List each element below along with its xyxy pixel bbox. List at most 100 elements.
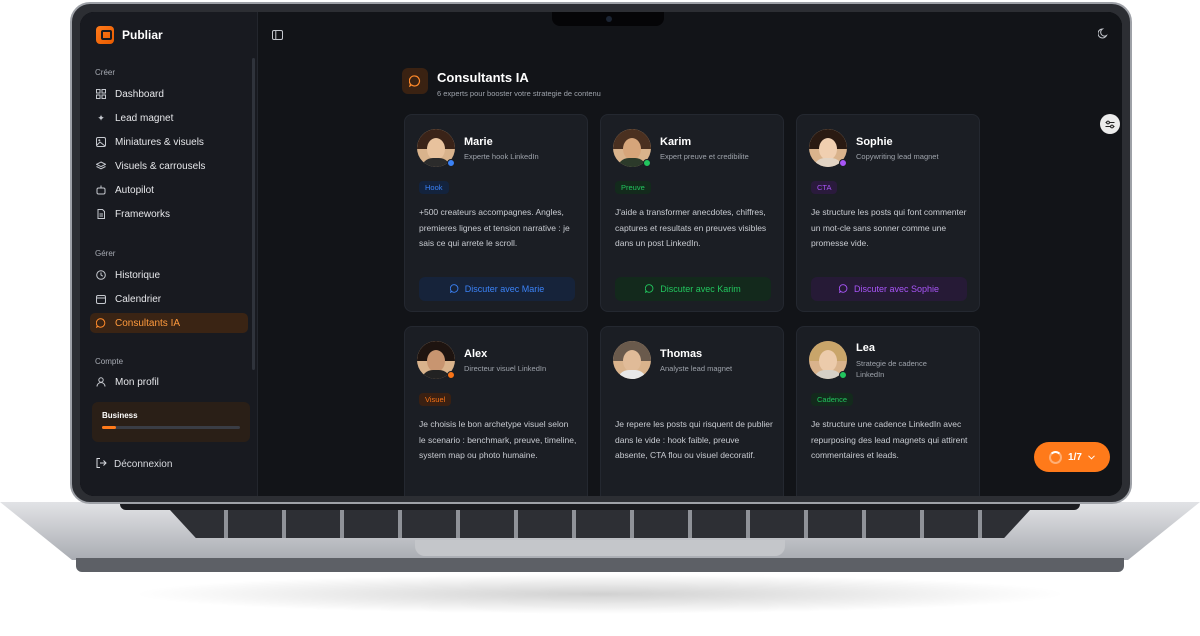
consultant-description: +500 createurs accompagnes. Angles, prem… bbox=[419, 207, 570, 248]
sidebar-item-miniatures[interactable]: Miniatures & visuels bbox=[90, 132, 248, 152]
consultant-name: Sophie bbox=[856, 136, 893, 148]
consultant-card-thomas: Thomas Analyste lead magnet Je repere le… bbox=[600, 326, 784, 496]
sidebar-item-carrousels[interactable]: Visuels & carrousels bbox=[90, 156, 248, 176]
sidebar-item-calendrier[interactable]: Calendrier bbox=[90, 289, 248, 309]
laptop-shadow bbox=[130, 574, 1070, 614]
laptop-lid: Publiar Créer Dashboard ✦ Lead magnet Mi… bbox=[70, 2, 1132, 504]
consultant-tag: CTA bbox=[811, 181, 838, 194]
chat-with-marie-button[interactable]: Discuter avec Marie bbox=[419, 277, 575, 301]
chat-button-label: Discuter avec Marie bbox=[464, 284, 545, 294]
document-icon bbox=[96, 209, 106, 219]
consultant-card-alex: Alex Directeur visuel LinkedIn Visuel Je… bbox=[404, 326, 588, 496]
sidebar-item-label: Calendrier bbox=[115, 293, 162, 305]
progress-counter: 1/7 bbox=[1068, 451, 1082, 463]
settings-sliders-icon[interactable] bbox=[1100, 114, 1120, 134]
consultant-role: Analyste lead magnet bbox=[660, 364, 733, 373]
layers-icon bbox=[96, 161, 106, 171]
onboarding-progress-button[interactable]: 1/7 bbox=[1034, 442, 1110, 472]
logout-icon bbox=[96, 458, 107, 471]
consultant-description: Je structure les posts qui font commente… bbox=[811, 207, 967, 248]
avatar bbox=[613, 341, 651, 379]
consultant-description: Je repere les posts qui risquent de publ… bbox=[615, 419, 773, 460]
consultant-description: J'aide a transformer anecdotes, chiffres… bbox=[615, 207, 767, 248]
calendar-icon bbox=[96, 294, 106, 304]
sidebar-item-label: Historique bbox=[115, 269, 161, 281]
spinner-icon bbox=[1049, 450, 1063, 464]
laptop-foot bbox=[76, 558, 1124, 572]
consultant-tag: Cadence bbox=[811, 393, 854, 406]
chat-with-sophie-button[interactable]: Discuter avec Sophie bbox=[811, 277, 967, 301]
sidebar-item-consultants[interactable]: Consultants IA bbox=[90, 313, 248, 333]
consultant-description: Je structure une cadence LinkedIn avec r… bbox=[811, 419, 968, 460]
consultant-card-marie: Marie Experte hook LinkedIn Hook +500 cr… bbox=[404, 114, 588, 312]
section-label-create: Créer bbox=[95, 68, 116, 77]
sidebar-item-historique[interactable]: Historique bbox=[90, 265, 248, 285]
plan-usage-bar bbox=[102, 426, 240, 429]
sidebar-item-label: Autopilot bbox=[115, 184, 154, 196]
page-subtitle: 6 experts pour booster votre strategie d… bbox=[437, 89, 601, 98]
user-icon bbox=[96, 377, 106, 387]
clock-icon bbox=[96, 270, 106, 280]
laptop-trackpad bbox=[415, 540, 785, 556]
status-dot bbox=[643, 159, 651, 167]
robot-icon bbox=[96, 185, 106, 195]
sidebar-item-label: Miniatures & visuels bbox=[115, 136, 204, 148]
consultant-description: Je choisis le bon archetype visuel selon… bbox=[419, 419, 577, 460]
sidebar-item-label: Visuels & carrousels bbox=[115, 160, 206, 172]
consultant-name: Lea bbox=[856, 342, 875, 354]
consultant-tag: Visuel bbox=[419, 393, 452, 406]
sidebar-scrollbar[interactable] bbox=[252, 58, 255, 370]
screen: Publiar Créer Dashboard ✦ Lead magnet Mi… bbox=[80, 12, 1122, 496]
consultant-card-sophie: Sophie Copywriting lead magnet CTA Je st… bbox=[796, 114, 980, 312]
sidebar-item-label: Mon profil bbox=[115, 376, 159, 388]
consultant-name: Thomas bbox=[660, 348, 703, 360]
consultant-card-karim: Karim Expert preuve et credibilite Preuv… bbox=[600, 114, 784, 312]
image-icon bbox=[96, 137, 106, 147]
sidebar-toggle-icon[interactable] bbox=[272, 30, 283, 43]
chat-icon bbox=[838, 283, 848, 295]
sidebar-item-label: Frameworks bbox=[115, 208, 171, 220]
logout-label: Déconnexion bbox=[114, 459, 173, 470]
plan-name: Business bbox=[102, 411, 138, 420]
laptop-keyboard bbox=[170, 510, 1030, 538]
chat-button-label: Discuter avec Sophie bbox=[853, 284, 940, 294]
moon-icon[interactable] bbox=[1097, 28, 1109, 42]
section-label-manage: Gérer bbox=[95, 249, 116, 258]
chat-icon bbox=[96, 318, 106, 328]
sidebar-item-lead-magnet[interactable]: ✦ Lead magnet bbox=[90, 108, 248, 128]
consultant-name: Marie bbox=[464, 136, 493, 148]
logout-button[interactable]: Déconnexion bbox=[96, 458, 172, 471]
status-dot bbox=[447, 159, 455, 167]
plan-card[interactable]: Business bbox=[92, 402, 250, 442]
status-dot bbox=[839, 371, 847, 379]
laptop-mockup: Publiar Créer Dashboard ✦ Lead magnet Mi… bbox=[0, 0, 1200, 636]
app-name: Publiar bbox=[122, 28, 163, 42]
app-window: Publiar Créer Dashboard ✦ Lead magnet Mi… bbox=[80, 12, 1122, 496]
sidebar-item-label: Lead magnet bbox=[115, 112, 174, 124]
consultant-role: Strategie de cadence LinkedIn bbox=[856, 359, 927, 379]
brand[interactable]: Publiar bbox=[96, 26, 163, 44]
sidebar-item-dashboard[interactable]: Dashboard bbox=[90, 84, 248, 104]
chevron-down-icon bbox=[1088, 452, 1095, 463]
consultant-role: Copywriting lead magnet bbox=[856, 152, 939, 161]
consultant-tag: Hook bbox=[419, 181, 449, 194]
chat-with-karim-button[interactable]: Discuter avec Karim bbox=[615, 277, 771, 301]
sidebar-item-label: Consultants IA bbox=[115, 317, 181, 329]
consultant-tag: Preuve bbox=[615, 181, 651, 194]
status-dot bbox=[839, 159, 847, 167]
camera-icon bbox=[606, 16, 612, 22]
sidebar-item-autopilot[interactable]: Autopilot bbox=[90, 180, 248, 200]
consultant-role: Expert preuve et credibilite bbox=[660, 152, 749, 161]
chat-icon bbox=[645, 283, 654, 295]
sidebar: Publiar Créer Dashboard ✦ Lead magnet Mi… bbox=[80, 12, 258, 496]
consultant-role: Directeur visuel LinkedIn bbox=[464, 364, 547, 373]
chat-button-label: Discuter avec Karim bbox=[660, 284, 741, 294]
status-dot bbox=[447, 371, 455, 379]
sidebar-item-profil[interactable]: Mon profil bbox=[90, 372, 248, 392]
consultant-name: Alex bbox=[464, 348, 488, 360]
magnet-icon: ✦ bbox=[97, 112, 105, 123]
section-label-account: Compte bbox=[95, 357, 124, 366]
sidebar-item-frameworks[interactable]: Frameworks bbox=[90, 204, 248, 224]
sidebar-item-label: Dashboard bbox=[115, 88, 164, 100]
consultant-name: Karim bbox=[660, 136, 692, 148]
